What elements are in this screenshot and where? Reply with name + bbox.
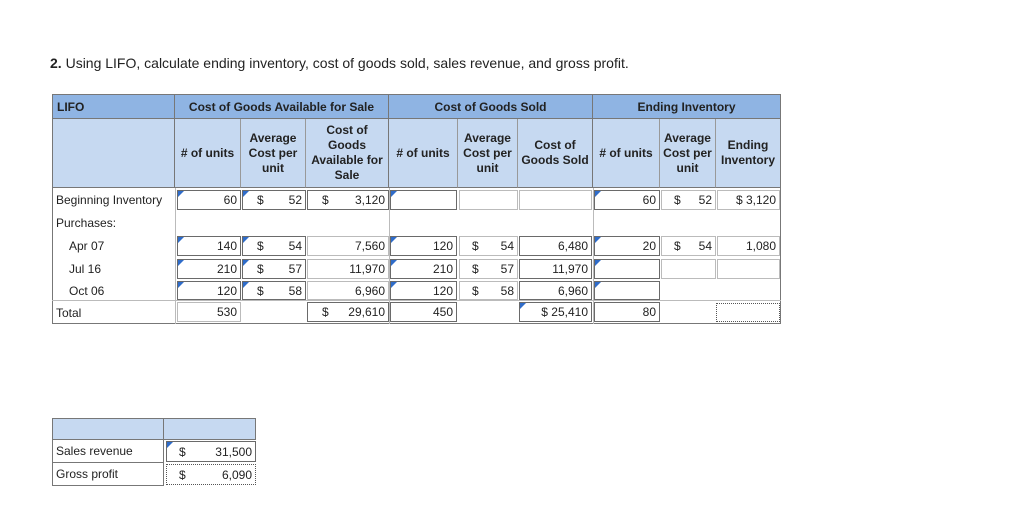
oct-avg-cost-value: 58	[288, 283, 302, 298]
beginning-units-sold-input[interactable]	[390, 190, 457, 210]
gross-profit-label: Gross profit	[52, 463, 164, 486]
total-cogs-input[interactable]: $ 25,410	[519, 302, 592, 322]
oct-avg-sold-value: 58	[500, 283, 514, 298]
oct-cogs-input[interactable]: 6,960	[519, 281, 592, 300]
total-units-input[interactable]: 530	[177, 302, 241, 322]
total-ending-units-input[interactable]: 80	[594, 302, 660, 322]
oct-units-input[interactable]: 120	[177, 281, 241, 300]
oct-units-sold-input[interactable]: 120	[390, 281, 457, 300]
currency-symbol: $	[179, 444, 186, 459]
sales-revenue-value: 31,500	[215, 444, 252, 459]
currency-symbol: $	[179, 467, 186, 482]
apr-avg-cost-input[interactable]: $54	[242, 236, 306, 256]
currency-symbol: $	[257, 283, 264, 298]
currency-symbol: $	[472, 262, 479, 276]
total-ending-cost-input[interactable]	[716, 303, 780, 322]
header-cost-available: Cost of Goods Available for Sale	[175, 94, 389, 119]
apr-avg-sold-input[interactable]: $54	[459, 236, 518, 256]
beginning-avg-cost-value: 52	[288, 193, 302, 207]
jul-avg-cost-input[interactable]: $57	[242, 259, 306, 279]
apr-ending-avg-value: 54	[698, 239, 712, 253]
row-label-purchases: Purchases:	[56, 216, 117, 230]
subheader-avg-cost-sold: Average Cost per unit	[458, 119, 518, 188]
table-bottom-border	[52, 323, 781, 324]
apr-ending-units-input[interactable]: 20	[594, 236, 660, 256]
oct-avg-cost-input[interactable]: $58	[242, 281, 306, 300]
currency-symbol: $	[322, 193, 329, 207]
beginning-ending-cost-input[interactable]: $ 3,120	[717, 190, 780, 210]
beginning-avg-cost-input[interactable]: $52	[242, 190, 306, 210]
jul-ending-units-input[interactable]	[594, 259, 660, 279]
header-lifo: LIFO	[52, 94, 175, 119]
apr-units-input[interactable]: 140	[177, 236, 241, 256]
label-col-divider	[175, 188, 176, 324]
jul-ending-avg-input[interactable]	[661, 259, 716, 279]
row-label-apr: Apr 07	[69, 239, 105, 253]
question-text: 2. Using LIFO, calculate ending inventor…	[50, 55, 629, 71]
apr-cost-input[interactable]: 7,560	[307, 236, 389, 256]
apr-avg-sold-value: 54	[500, 239, 514, 253]
table-right-border	[780, 188, 781, 324]
subheader-cost-available: Cost of Goods Available for Sale	[306, 119, 389, 188]
currency-symbol: $	[322, 305, 329, 319]
apr-avg-cost-value: 54	[288, 239, 302, 253]
jul-cost-input[interactable]: 11,970	[307, 259, 389, 279]
currency-symbol: $	[674, 193, 681, 207]
gross-profit-input[interactable]: $6,090	[166, 464, 256, 485]
total-cost-value: 29,610	[348, 305, 385, 319]
subheader-ending-inventory: Ending Inventory	[716, 119, 781, 188]
subheader-units-sold: # of units	[389, 119, 458, 188]
header-cogs: Cost of Goods Sold	[389, 94, 593, 119]
subheader-cogs: Cost of Goods Sold	[518, 119, 593, 188]
currency-symbol: $	[674, 239, 681, 253]
currency-symbol: $	[472, 239, 479, 253]
oct-cost-input[interactable]: 6,960	[307, 281, 389, 300]
jul-units-input[interactable]: 210	[177, 259, 241, 279]
subheader-units-ending: # of units	[593, 119, 660, 188]
sales-revenue-label: Sales revenue	[52, 440, 164, 463]
apr-cogs-input[interactable]: 6,480	[519, 236, 592, 256]
jul-units-sold-input[interactable]: 210	[390, 259, 457, 279]
oct-avg-sold-input[interactable]: $58	[459, 281, 518, 300]
beginning-cost-input[interactable]: $3,120	[307, 190, 389, 210]
jul-avg-cost-value: 57	[288, 262, 302, 276]
row-label-beginning: Beginning Inventory	[56, 193, 163, 207]
row-label-oct: Oct 06	[69, 284, 105, 298]
question-number: 2.	[50, 55, 62, 71]
currency-symbol: $	[257, 239, 264, 253]
currency-symbol: $	[257, 262, 264, 276]
subheader-blank	[52, 119, 175, 188]
beginning-ending-avg-input[interactable]: $52	[661, 190, 716, 210]
currency-symbol: $	[472, 283, 479, 298]
beginning-units-input[interactable]: 60	[177, 190, 241, 210]
beginning-cogs-input[interactable]	[519, 190, 592, 210]
total-cost-input[interactable]: $29,610	[307, 302, 389, 322]
row-label-total: Total	[56, 305, 82, 320]
subheader-avg-cost-available: Average Cost per unit	[241, 119, 306, 188]
header-ending-inventory: Ending Inventory	[593, 94, 781, 119]
oct-ending-units-input[interactable]	[594, 281, 660, 300]
beginning-ending-units-input[interactable]: 60	[594, 190, 660, 210]
apr-ending-avg-input[interactable]: $54	[661, 236, 716, 256]
jul-avg-sold-value: 57	[500, 262, 514, 276]
subheader-avg-cost-ending: Average Cost per unit	[660, 119, 716, 188]
summary-header-left	[52, 418, 164, 440]
beginning-cost-value: 3,120	[354, 193, 385, 207]
jul-cogs-input[interactable]: 11,970	[519, 259, 592, 279]
beginning-avg-sold-input[interactable]	[459, 190, 518, 210]
sales-revenue-input[interactable]: $31,500	[166, 441, 256, 462]
apr-ending-cost-input[interactable]: 1,080	[717, 236, 780, 256]
subheader-units-available: # of units	[175, 119, 241, 188]
gross-profit-value: 6,090	[221, 467, 252, 482]
jul-avg-sold-input[interactable]: $57	[459, 259, 518, 279]
total-units-sold-input[interactable]: 450	[390, 302, 457, 322]
currency-symbol: $	[257, 193, 264, 207]
summary-header-right	[164, 418, 256, 440]
question-body: Using LIFO, calculate ending inventory, …	[65, 55, 629, 71]
row-label-jul: Jul 16	[69, 262, 102, 276]
jul-ending-cost-input[interactable]	[717, 259, 780, 279]
beginning-ending-avg-value: 52	[698, 193, 712, 207]
apr-units-sold-input[interactable]: 120	[390, 236, 457, 256]
